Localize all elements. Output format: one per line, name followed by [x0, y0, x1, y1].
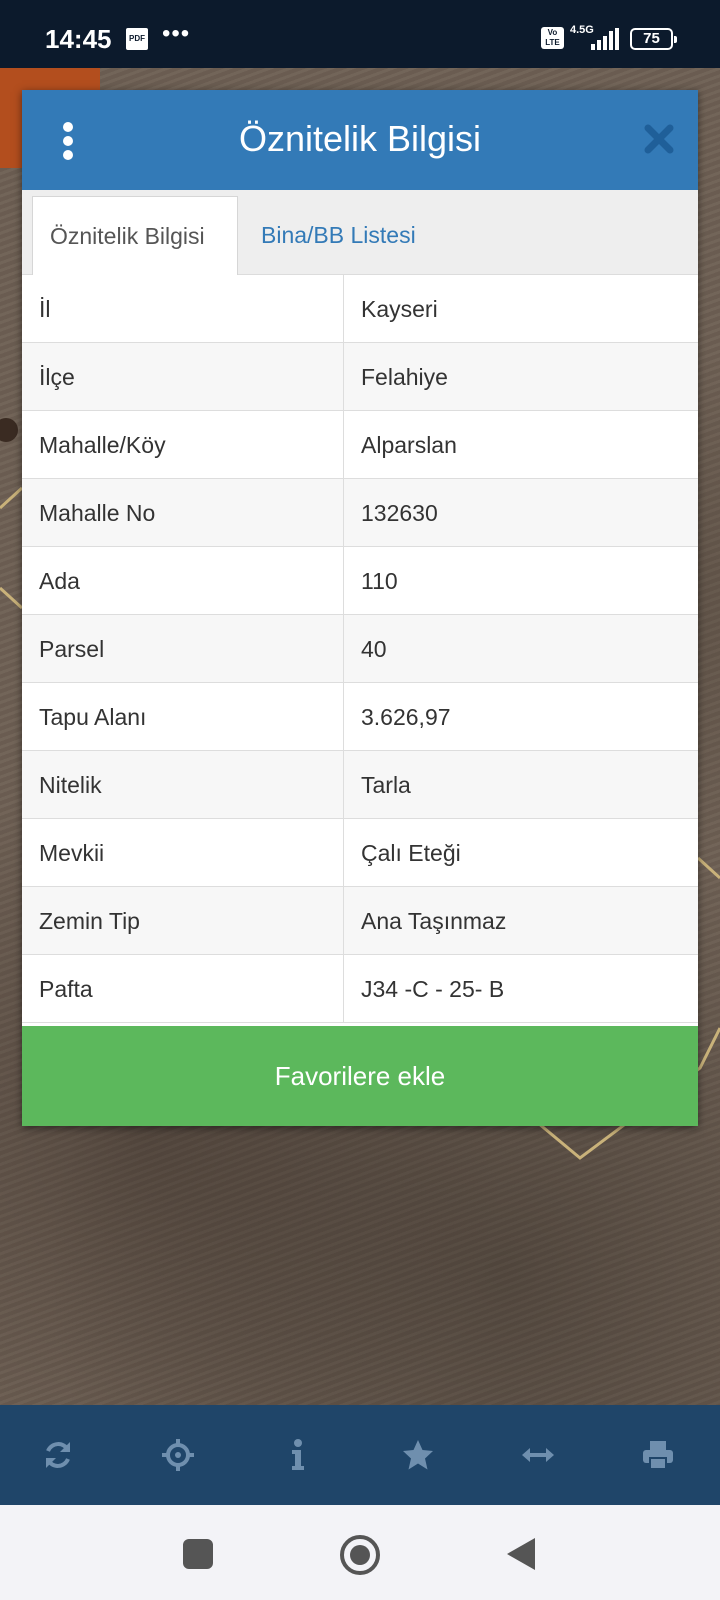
row-value: J34 -C - 25- B — [343, 955, 698, 1023]
row-label: Zemin Tip — [39, 908, 140, 934]
table-row: Mahalle No 132630 — [22, 479, 698, 547]
row-label: Mahalle/Köy — [39, 432, 166, 458]
locate-icon[interactable] — [158, 1435, 198, 1475]
row-value: Tarla — [343, 751, 698, 819]
row-label: Parsel — [39, 636, 105, 662]
table-row: İlçe Felahiye — [22, 343, 698, 411]
row-label: Tapu Alanı — [39, 704, 147, 730]
table-row: Tapu Alanı 3.626,97 — [22, 683, 698, 751]
attribute-table: İl Kayseri İlçe Felahiye Mahalle/Köy Alp… — [22, 275, 698, 1023]
home-icon[interactable] — [340, 1535, 380, 1575]
tab-attribute-info[interactable]: Öznitelik Bilgisi — [32, 196, 238, 275]
table-row: Pafta J34 -C - 25- B — [22, 955, 698, 1023]
row-label: Pafta — [39, 976, 93, 1002]
tab-bar: Öznitelik Bilgisi Bina/BB Listesi — [22, 190, 698, 275]
attribute-info-dialog: Öznitelik Bilgisi Öznitelik Bilgisi Bina… — [22, 90, 698, 1126]
row-label: Nitelik — [39, 772, 102, 798]
row-label: Mevkii — [39, 840, 105, 866]
dialog-title: Öznitelik Bilgisi — [238, 118, 482, 159]
recents-icon[interactable] — [183, 1539, 213, 1569]
more-notifications-icon: ••• — [162, 20, 191, 47]
tab-building-list[interactable]: Bina/BB Listesi — [244, 196, 433, 275]
row-value: 110 — [343, 547, 698, 615]
pdf-notification-icon: PDF — [126, 28, 148, 50]
row-label: İl — [39, 296, 51, 322]
row-label: Ada — [39, 568, 80, 594]
table-row: İl Kayseri — [22, 275, 698, 343]
row-value: 40 — [343, 615, 698, 683]
table-row: Mahalle/Köy Alparslan — [22, 411, 698, 479]
row-value: Alparslan — [343, 411, 698, 479]
close-icon[interactable] — [642, 122, 676, 156]
row-value: 132630 — [343, 479, 698, 547]
row-value: Felahiye — [343, 343, 698, 411]
back-icon[interactable] — [507, 1538, 535, 1570]
dialog-header: Öznitelik Bilgisi — [22, 90, 698, 190]
row-label: İlçe — [39, 364, 75, 390]
battery-icon: 75 — [630, 28, 677, 50]
row-value: 3.626,97 — [343, 683, 698, 751]
signal-icon — [591, 28, 619, 50]
table-row: Zemin Tip Ana Taşınmaz — [22, 887, 698, 955]
row-value: Kayseri — [343, 275, 698, 343]
map-toolbar — [0, 1405, 720, 1505]
row-value: Ana Taşınmaz — [343, 887, 698, 955]
table-row: Nitelik Tarla — [22, 751, 698, 819]
table-row: Parsel 40 — [22, 615, 698, 683]
table-row: Ada 110 — [22, 547, 698, 615]
star-icon[interactable] — [398, 1435, 438, 1475]
system-nav-bar — [0, 1505, 720, 1600]
refresh-icon[interactable] — [38, 1435, 78, 1475]
volte-icon: Vo LTE — [541, 27, 564, 49]
add-favorite-button[interactable]: Favorilere ekle — [22, 1026, 698, 1126]
row-value: Çalı Eteği — [343, 819, 698, 887]
clock: 14:45 — [45, 24, 112, 54]
measure-icon[interactable] — [518, 1435, 558, 1475]
row-label: Mahalle No — [39, 500, 156, 526]
table-row: Mevkii Çalı Eteği — [22, 819, 698, 887]
info-icon[interactable] — [278, 1435, 318, 1475]
status-bar: 14:45 PDF ••• Vo LTE 4.5G 75 — [0, 0, 720, 68]
print-icon[interactable] — [638, 1435, 678, 1475]
